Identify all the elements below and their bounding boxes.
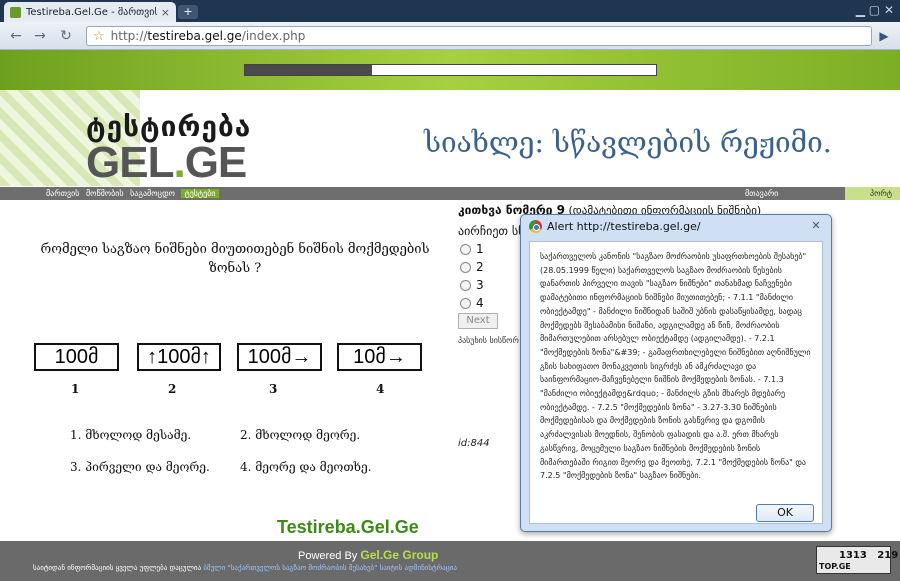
question-id: id:844 (458, 438, 490, 449)
alert-message: საქართველოს კანონის "საგზაო მოძრაობის უს… (540, 252, 811, 481)
favicon-icon (10, 6, 21, 18)
address-bar[interactable]: ☆ http:// testireba.gel.ge /index.php (86, 26, 872, 46)
logo-dot: . (173, 138, 185, 187)
option-4[interactable]: 4 (460, 296, 484, 310)
nav-item-license[interactable]: მოწმობის (86, 189, 124, 198)
answer-1: 1. მხოლოდ მესამე. (70, 428, 192, 442)
site-brand[interactable]: Testireba.Gel.Ge (277, 517, 419, 538)
progress-bar (244, 64, 657, 76)
road-sign-4: 10მ→ (337, 343, 422, 371)
page-menu-icon[interactable]: ▶ (876, 27, 892, 45)
sign-number-3: 3 (269, 382, 278, 396)
tab-title: Testireba.Gel.Ge - მართვის... (26, 6, 157, 18)
road-sign-1: 100მ (34, 343, 119, 371)
next-button[interactable]: Next (458, 313, 498, 329)
window-controls-icon[interactable]: ▁ ▢ ✕ (856, 3, 894, 17)
radio-3[interactable] (460, 279, 471, 291)
alert-title: Alert http://testireba.gel.ge/ (547, 220, 701, 233)
ok-button[interactable]: OK (756, 504, 814, 522)
option-3-label: 3 (476, 278, 484, 292)
close-icon[interactable]: ✕ (807, 218, 825, 234)
bookmark-star-icon[interactable]: ☆ (93, 29, 105, 44)
counter-label: TOP.GE (819, 562, 851, 571)
url-host: testireba.gel.ge (147, 29, 242, 43)
option-1[interactable]: 1 (460, 242, 484, 256)
answer-4: 4. მეორე და მეოთხე. (240, 460, 372, 474)
url-path: /index.php (241, 29, 306, 43)
news-banner[interactable]: სიახლე: სწავლების რეჟიმი. (424, 126, 832, 159)
close-tab-icon[interactable]: × (161, 6, 170, 19)
nav-item-portal[interactable]: პორტ (845, 187, 900, 200)
back-icon[interactable]: ← (6, 26, 26, 46)
counter-values: 1313 219 (839, 550, 898, 561)
answer-3: 3. პირველი და მეორე. (70, 460, 210, 474)
option-2[interactable]: 2 (460, 260, 484, 274)
nav-left: მართვის მოწმობის საგამოცდო ტესტები (46, 187, 223, 200)
forward-icon[interactable]: → (30, 26, 50, 46)
nav-bar: მართვის მოწმობის საგამოცდო ტესტები მთავა… (0, 187, 900, 200)
option-3[interactable]: 3 (460, 278, 484, 292)
tab-strip: Testireba.Gel.Ge - მართვის... × + ▁ ▢ ✕ (0, 0, 900, 22)
sign-number-4: 4 (376, 382, 385, 396)
nav-item-home[interactable]: მთავარი (745, 187, 778, 200)
alert-body: საქართველოს კანონის "საგზაო მოძრაობის უს… (529, 241, 823, 524)
road-sign-3: 100მ→ (237, 343, 322, 371)
visit-counter[interactable]: 1313 219 TOP.GE (816, 546, 898, 574)
reload-icon[interactable]: ↻ (56, 26, 76, 46)
radio-1[interactable] (460, 243, 471, 255)
radio-4[interactable] (460, 297, 471, 309)
page-footer (0, 541, 900, 581)
nav-item-exam[interactable]: საგამოცდო (130, 189, 175, 198)
powered-by: Powered By Gel.Ge Group (298, 548, 438, 562)
group-link[interactable]: Gel.Ge Group (360, 548, 438, 562)
option-1-label: 1 (476, 242, 484, 256)
browser-tab[interactable]: Testireba.Gel.Ge - მართვის... × (4, 2, 176, 22)
answer-2: 2. მხოლოდ მეორე. (240, 428, 361, 442)
alert-dialog: Alert http://testireba.gel.ge/ ✕ საქართვ… (520, 214, 832, 532)
option-4-label: 4 (476, 296, 484, 310)
road-sign-2: ↑100მ↑ (137, 343, 221, 371)
radio-2[interactable] (460, 261, 471, 273)
logo-gel: GEL (86, 138, 174, 187)
url-prefix: http:// (110, 29, 148, 43)
copyright-text: საიტიდან ინფორმაციის ყველა უფლება დაცული… (33, 564, 202, 572)
powered-by-label: Powered By (298, 550, 358, 562)
question-text: რომელი საგზაო ნიშნები მიუთითებენ ნიშნის … (40, 242, 430, 276)
progress-fill (245, 65, 373, 75)
logo-tld: GE (184, 138, 248, 187)
counter-hosts: 219 (877, 550, 899, 561)
choose-label: აირჩიეთ სწ (458, 224, 525, 238)
browser-toolbar: ← → ↻ ☆ http:// testireba.gel.ge /index.… (0, 22, 900, 50)
sign-number-2: 2 (168, 382, 177, 396)
chrome-icon (529, 220, 542, 233)
copyright-line: საიტიდან ინფორმაციის ყველა უფლება დაცული… (33, 564, 457, 572)
logo[interactable]: GEL.GE (86, 138, 248, 188)
nav-item-driving[interactable]: მართვის (46, 189, 79, 198)
answer-status: პასუხის სისწორ (458, 336, 519, 345)
counter-hits: 1313 (839, 550, 867, 561)
sign-number-1: 1 (71, 382, 80, 396)
copyright-link[interactable]: ბმული "საქართველოს საგზაო მოძრაობის შესა… (203, 564, 457, 572)
new-tab-button[interactable]: + (178, 5, 198, 19)
nav-item-tests[interactable]: ტესტები (181, 189, 219, 198)
option-2-label: 2 (476, 260, 484, 274)
